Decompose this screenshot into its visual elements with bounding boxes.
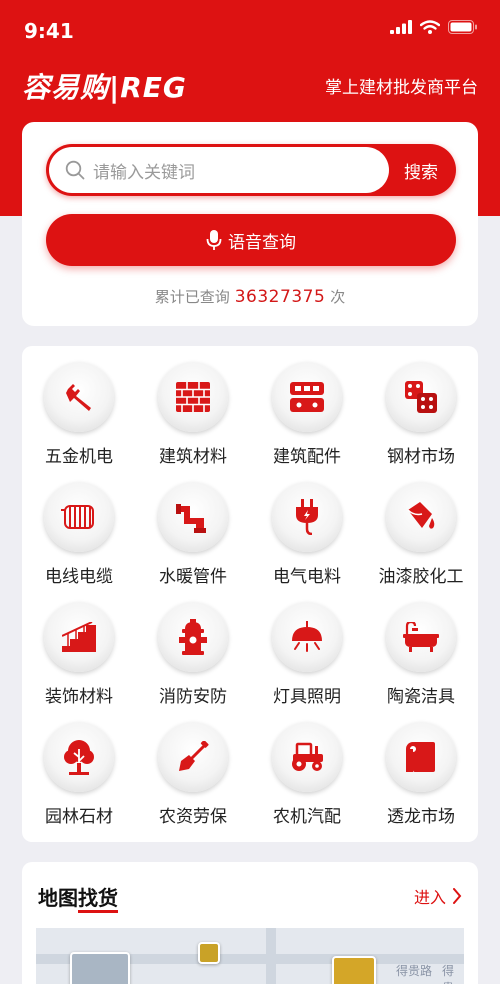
shop-thumbnail[interactable] — [332, 956, 376, 984]
category-label: 灯具照明 — [273, 687, 341, 707]
map-enter-link[interactable]: 进入 — [414, 884, 462, 908]
category-building-parts[interactable]: 建筑配件 — [250, 346, 364, 467]
wrench-icon — [44, 362, 114, 432]
category-cables[interactable]: 电线电缆 — [22, 466, 136, 587]
category-label: 农机汽配 — [273, 807, 341, 827]
shovel-icon — [158, 722, 228, 792]
wifi-icon — [420, 20, 440, 34]
electric-plug-icon — [272, 482, 342, 552]
tractor-icon — [272, 722, 342, 792]
category-label: 电气电料 — [273, 567, 341, 587]
ceiling-lamp-icon — [272, 602, 342, 672]
category-grid: 五金机电 建筑材料 建筑配件 钢材市场 电线电缆 水暖管件 电气电料 油漆胶化工… — [22, 346, 478, 842]
map-title: 地图找货 — [38, 882, 118, 913]
category-label: 透龙市场 — [387, 807, 455, 827]
map-title-highlight: 找货 — [78, 886, 118, 913]
category-label: 钢材市场 — [387, 447, 455, 467]
category-label: 油漆胶化工 — [378, 567, 464, 587]
steel-dice-icon — [386, 362, 456, 432]
category-paint-chemicals[interactable]: 油漆胶化工 — [364, 466, 478, 587]
street-label: 得贵路 — [396, 964, 433, 978]
map-preview[interactable]: 得贵路 得贵 — [36, 928, 464, 984]
category-label: 建筑材料 — [159, 447, 227, 467]
paper-roll-icon — [386, 722, 456, 792]
category-electrical[interactable]: 电气电料 — [250, 466, 364, 587]
category-label: 水暖管件 — [159, 567, 227, 587]
tree-icon — [44, 722, 114, 792]
map-section: 地图找货 进入 得贵路 得贵 — [22, 862, 478, 984]
search-bar: 请输入关键词 搜索 — [46, 144, 456, 196]
pipe-fitting-icon — [158, 482, 228, 552]
category-steel[interactable]: 钢材市场 — [364, 346, 478, 467]
map-enter-label: 进入 — [413, 888, 446, 907]
category-label: 建筑配件 — [273, 447, 341, 467]
building-parts-icon — [272, 362, 342, 432]
category-decoration[interactable]: 装饰材料 — [22, 586, 136, 707]
search-placeholder: 请输入关键词 — [93, 162, 195, 183]
search-input[interactable]: 请输入关键词 — [49, 147, 389, 193]
category-label: 五金机电 — [45, 447, 113, 467]
shop-thumbnail[interactable] — [70, 952, 130, 984]
category-hardware[interactable]: 五金机电 — [22, 346, 136, 467]
fire-hydrant-icon — [158, 602, 228, 672]
paint-bucket-icon — [386, 482, 456, 552]
category-label: 装饰材料 — [45, 687, 113, 707]
category-tulong-market[interactable]: 透龙市场 — [364, 706, 478, 827]
status-time: 9:41 — [24, 19, 74, 43]
category-label: 园林石材 — [45, 807, 113, 827]
brick-wall-icon — [158, 362, 228, 432]
search-button[interactable]: 搜索 — [386, 144, 456, 196]
cable-coil-icon — [44, 482, 114, 552]
category-label: 电线电缆 — [45, 567, 113, 587]
map-road — [266, 928, 276, 984]
query-counter: 累计已查询 36327375 次 — [22, 286, 478, 307]
category-ceramics-sanitary[interactable]: 陶瓷洁具 — [364, 586, 478, 707]
category-lighting[interactable]: 灯具照明 — [250, 586, 364, 707]
category-agri-protection[interactable]: 农资劳保 — [136, 706, 250, 827]
slogan: 掌上建材批发商平台 — [325, 78, 478, 98]
map-title-plain: 地图 — [38, 886, 78, 910]
bathtub-icon — [386, 602, 456, 672]
category-agri-machinery[interactable]: 农机汽配 — [250, 706, 364, 827]
voice-search-label: 语音查询 — [228, 232, 296, 253]
status-icons — [390, 20, 478, 34]
category-label: 农资劳保 — [159, 807, 227, 827]
category-building-materials[interactable]: 建筑材料 — [136, 346, 250, 467]
category-plumbing[interactable]: 水暖管件 — [136, 466, 250, 587]
counter-number: 36327375 — [234, 287, 326, 307]
counter-suffix: 次 — [330, 288, 346, 306]
voice-search-button[interactable]: 语音查询 — [46, 214, 456, 266]
chevron-right-icon — [453, 888, 462, 904]
battery-icon — [448, 20, 477, 34]
brand-logo: 容易购|REG — [22, 71, 187, 104]
street-label: 得贵 — [442, 964, 455, 984]
category-label: 消防安防 — [159, 687, 227, 707]
search-icon — [65, 160, 85, 180]
signal-icon — [390, 20, 412, 34]
category-fire-safety[interactable]: 消防安防 — [136, 586, 250, 707]
microphone-icon — [206, 230, 222, 250]
status-bar: 9:41 — [0, 0, 500, 58]
staircase-icon — [44, 602, 114, 672]
category-garden-stone[interactable]: 园林石材 — [22, 706, 136, 827]
category-label: 陶瓷洁具 — [387, 687, 455, 707]
search-card: 请输入关键词 搜索 语音查询 累计已查询 36327375 次 — [22, 122, 478, 326]
shop-marker[interactable] — [198, 942, 220, 964]
counter-prefix: 累计已查询 — [154, 288, 230, 306]
